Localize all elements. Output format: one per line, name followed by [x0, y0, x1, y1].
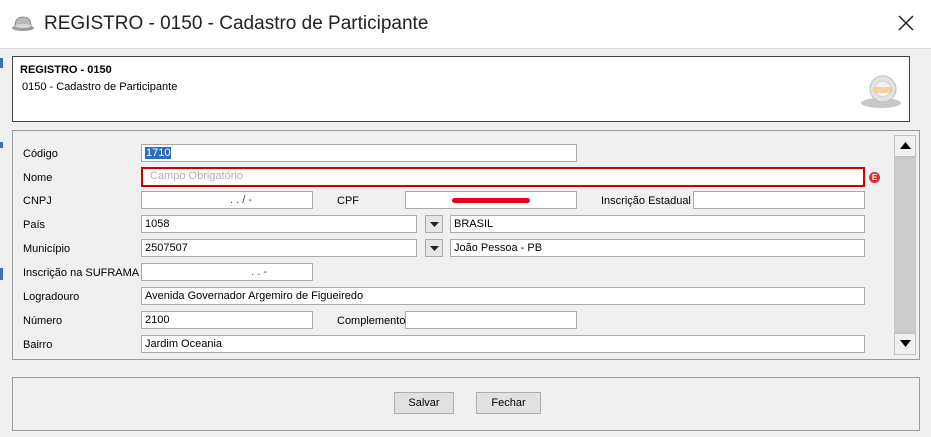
pais-name-field: BRASIL	[450, 215, 865, 233]
button-panel: Salvar Fechar	[12, 377, 920, 431]
pais-dropdown-button[interactable]	[425, 215, 443, 233]
inscricao-estadual-input[interactable]	[693, 191, 865, 209]
window-title: REGISTRO - 0150 - Cadastro de Participan…	[44, 13, 429, 34]
save-button[interactable]: Salvar	[394, 392, 454, 414]
cnpj-label: CNPJ	[23, 195, 52, 207]
inscricao-estadual-label: Inscrição Estadual	[601, 195, 691, 207]
header-title: REGISTRO - 0150	[20, 64, 112, 76]
left-edge-strip	[0, 142, 3, 148]
suframa-input[interactable]: . . -	[141, 263, 313, 281]
arrow-down-icon	[900, 340, 911, 347]
app-icon	[12, 16, 34, 31]
numero-input[interactable]: 2100	[141, 311, 313, 329]
close-icon[interactable]	[895, 12, 917, 34]
vertical-scrollbar[interactable]	[894, 135, 916, 355]
bairro-label: Bairro	[23, 339, 53, 351]
cpf-redaction	[452, 198, 530, 203]
pais-label: País	[23, 219, 46, 231]
arrow-up-icon	[900, 142, 911, 149]
nome-label: Nome	[23, 172, 53, 184]
cpf-label: CPF	[337, 195, 359, 207]
complemento-input[interactable]	[405, 311, 577, 329]
logradouro-label: Logradouro	[23, 291, 80, 303]
municipio-label: Município	[23, 243, 71, 255]
title-bar: REGISTRO - 0150 - Cadastro de Participan…	[0, 0, 931, 49]
cpf-input[interactable]	[405, 191, 577, 209]
scroll-up-button[interactable]	[894, 135, 916, 157]
codigo-label: Código	[23, 148, 58, 160]
logo-icon	[861, 75, 901, 108]
pais-code-input[interactable]: 1058	[141, 215, 417, 233]
municipio-dropdown-button[interactable]	[425, 239, 443, 257]
numero-label: Número	[23, 315, 63, 327]
complemento-label: Complemento	[337, 315, 406, 327]
left-edge-strip	[0, 58, 3, 68]
form-panel: Código 1710 Nome Campo Obrigatório E CNP…	[12, 130, 920, 360]
chevron-down-icon	[430, 246, 439, 251]
codigo-value: 1710	[145, 147, 172, 159]
header-subtitle: 0150 - Cadastro de Participante	[22, 81, 178, 93]
suframa-label: Inscrição na SUFRAMA	[23, 267, 140, 279]
logradouro-input[interactable]: Avenida Governador Argemiro de Figueired…	[141, 287, 865, 305]
cnpj-input[interactable]: . . / -	[141, 191, 313, 209]
bairro-input[interactable]: Jardim Oceania	[141, 335, 865, 353]
close-button[interactable]: Fechar	[476, 392, 541, 414]
left-edge-strip	[0, 268, 3, 280]
codigo-input[interactable]: 1710	[141, 144, 577, 162]
nome-input[interactable]: Campo Obrigatório	[141, 167, 865, 187]
scroll-thumb[interactable]	[895, 159, 915, 331]
chevron-down-icon	[430, 222, 439, 227]
municipio-name-field: João Pessoa - PB	[450, 239, 865, 257]
header-panel: REGISTRO - 0150 0150 - Cadastro de Parti…	[12, 56, 910, 122]
scroll-down-button[interactable]	[894, 333, 916, 355]
municipio-code-input[interactable]: 2507507	[141, 239, 417, 257]
error-icon: E	[869, 172, 880, 183]
